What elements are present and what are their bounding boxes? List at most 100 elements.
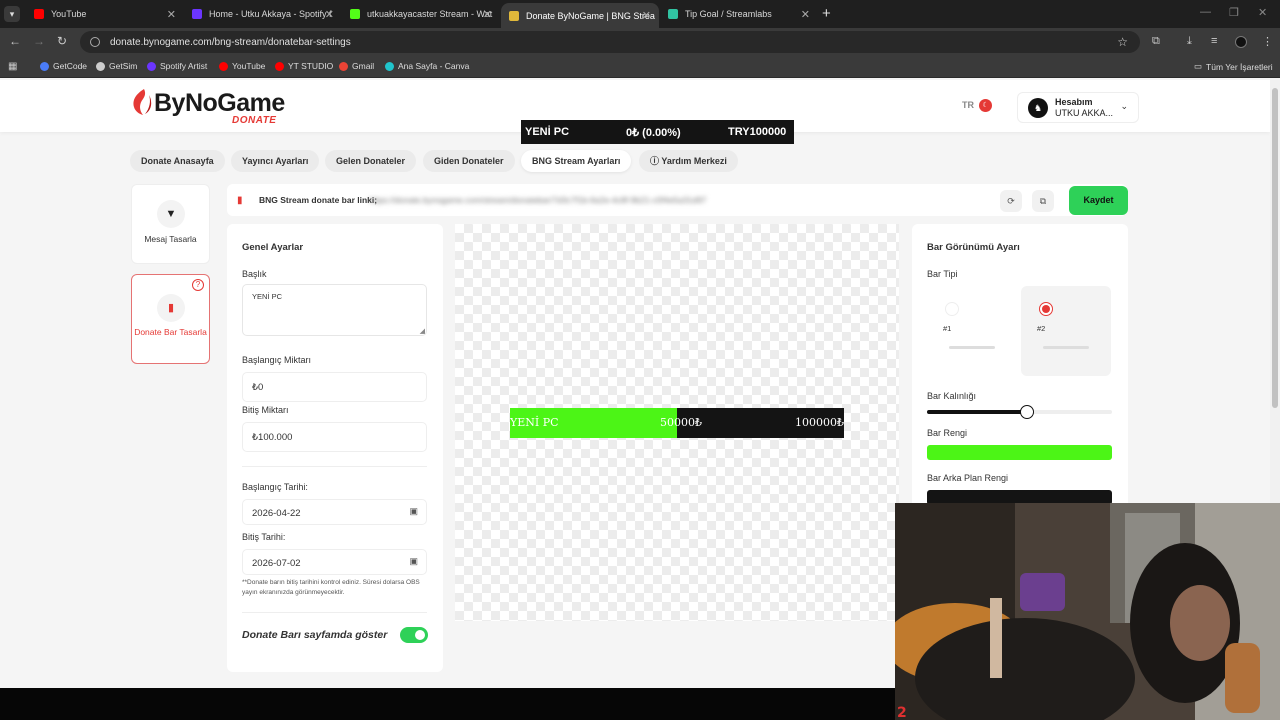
account-menu[interactable]: ♞ Hesabım UTKU AKKA... ⌄ bbox=[1017, 92, 1139, 123]
browser-tab-bynogame[interactable]: Donate ByNoGame | BNG Strea ✕ bbox=[501, 3, 659, 28]
baslik-textarea[interactable]: YENİ PC ◢ bbox=[242, 284, 427, 336]
tab-title: utkuakkayacaster Stream - Wat bbox=[367, 9, 493, 19]
tab-search-button[interactable]: ▾ bbox=[4, 6, 20, 22]
tab-title: Tip Goal / Streamlabs bbox=[685, 9, 772, 19]
close-icon[interactable]: ✕ bbox=[642, 9, 651, 22]
overlay-goal: TRY100000 bbox=[728, 126, 787, 138]
browser-tab-kick[interactable]: utkuakkayacaster Stream - Wat ✕ bbox=[342, 3, 500, 25]
baslik-value: YENİ PC bbox=[252, 292, 283, 301]
bar-type-option-1[interactable]: #1 bbox=[927, 286, 1017, 376]
media-icon[interactable]: ≡ bbox=[1211, 35, 1217, 47]
taskbar-strip bbox=[0, 688, 895, 720]
overlay-amount: 0₺ (0.00%) bbox=[626, 127, 681, 139]
close-icon[interactable]: ✕ bbox=[483, 8, 492, 21]
tab-yayinci-ayarlari[interactable]: Yayıncı Ayarları bbox=[231, 150, 320, 172]
site-info-icon[interactable] bbox=[90, 37, 100, 47]
calendar-icon[interactable]: ▣ bbox=[409, 506, 418, 517]
browser-tab-youtube[interactable]: YouTube ✕ bbox=[26, 3, 184, 25]
show-bar-toggle[interactable] bbox=[400, 627, 428, 643]
baslik-label: Başlık bbox=[242, 269, 267, 279]
scrollbar-thumb[interactable] bbox=[1272, 88, 1278, 408]
copy-icon[interactable]: ⧉ bbox=[1032, 190, 1054, 212]
sidebar-item-label: Donate Bar Tasarla bbox=[134, 327, 207, 337]
menu-icon[interactable]: ⋮ bbox=[1262, 35, 1273, 48]
browser-tab-strip: ▾ YouTube ✕ Home - Utku Akkaya - Spotify… bbox=[0, 0, 1280, 28]
tab-giden-donateler[interactable]: Giden Donateler bbox=[423, 150, 515, 172]
new-tab-button[interactable]: + bbox=[822, 5, 831, 22]
bar-type-label: Bar Tipi bbox=[927, 269, 958, 279]
close-icon[interactable]: ✕ bbox=[801, 8, 810, 21]
apps-grid-icon[interactable]: ▦ bbox=[8, 61, 17, 72]
close-icon[interactable]: ✕ bbox=[167, 8, 176, 21]
brand-sub: DONATE bbox=[232, 115, 277, 126]
start-date-input[interactable]: 2026-04-22 ▣ bbox=[242, 499, 427, 525]
webcam-image: 2 bbox=[895, 503, 1280, 720]
link-label: BNG Stream donate bar linki; bbox=[259, 195, 378, 205]
canva-icon bbox=[385, 61, 394, 71]
panel-title: Bar Görünümü Ayarı bbox=[927, 242, 1020, 253]
preview-title: YENİ PC bbox=[510, 416, 559, 429]
spotify-icon bbox=[192, 9, 202, 19]
bookmark-label: YouTube bbox=[232, 61, 266, 71]
bookmark-getsim[interactable]: GetSim bbox=[96, 61, 137, 71]
reload-icon[interactable]: ↻ bbox=[57, 34, 67, 48]
browser-tab-streamlabs[interactable]: Tip Goal / Streamlabs ✕ bbox=[660, 3, 818, 25]
end-amount-label: Bitiş Miktarı bbox=[242, 405, 289, 415]
forward-icon[interactable]: → bbox=[33, 34, 45, 48]
thickness-slider[interactable] bbox=[927, 405, 1112, 419]
bar-type-option-2[interactable]: #2 bbox=[1021, 286, 1111, 376]
slider-track bbox=[927, 410, 1027, 414]
tab-yardim-merkezi[interactable]: ⓘ Yardım Merkezi bbox=[639, 150, 738, 172]
bar-color-picker[interactable] bbox=[927, 445, 1112, 460]
radio-button[interactable] bbox=[945, 302, 959, 316]
bookmark-gmail[interactable]: Gmail bbox=[339, 61, 374, 71]
save-button[interactable]: Kaydet bbox=[1069, 186, 1128, 215]
browser-toolbar: ← → ↻ donate.bynogame.com/bng-stream/don… bbox=[0, 28, 1280, 56]
bookmark-yt-studio[interactable]: YT STUDIO bbox=[275, 61, 333, 71]
bookmark-youtube[interactable]: YouTube bbox=[219, 61, 265, 71]
maximize-icon[interactable]: ❐ bbox=[1229, 6, 1239, 19]
tab-bng-stream-ayarlari[interactable]: BNG Stream Ayarları bbox=[521, 150, 632, 172]
minimize-icon[interactable]: — bbox=[1200, 6, 1211, 18]
question-icon[interactable]: ? bbox=[192, 279, 204, 291]
bookmark-star-icon[interactable]: ☆ bbox=[1117, 35, 1128, 49]
donate-bar-url[interactable]: https://donate.bynogame.com/stream/donat… bbox=[369, 195, 706, 205]
bar-color-label: Bar Rengi bbox=[927, 428, 968, 438]
tab-gelen-donateler[interactable]: Gelen Donateler bbox=[325, 150, 417, 172]
end-date-input[interactable]: 2026-07-02 ▣ bbox=[242, 549, 427, 575]
bookmark-spotify-artist[interactable]: Spotify Artist bbox=[147, 61, 207, 71]
refresh-link-icon[interactable]: ⟳ bbox=[1000, 190, 1022, 212]
window-close-icon[interactable]: ✕ bbox=[1258, 6, 1267, 19]
browser-tab-spotify[interactable]: Home - Utku Akkaya - Spotify f ✕ bbox=[184, 3, 342, 25]
start-amount-input[interactable]: ₺0 bbox=[242, 372, 427, 402]
tab-donate-anasayfa[interactable]: Donate Anasayfa bbox=[130, 150, 225, 172]
donate-bar-link-row: ▮ BNG Stream donate bar linki; https://d… bbox=[227, 184, 1127, 216]
sidebar-item-donate-bar-tasarla[interactable]: ? ▮ Donate Bar Tasarla bbox=[131, 274, 210, 364]
extensions-icon[interactable]: ⧉ bbox=[1152, 35, 1160, 48]
radio-button[interactable] bbox=[1039, 302, 1053, 316]
sidebar-item-mesaj-tasarla[interactable]: ▼ Mesaj Tasarla bbox=[131, 184, 210, 264]
bar-type-thumbnail bbox=[949, 346, 995, 349]
divider bbox=[242, 466, 427, 467]
show-bar-label: Donate Barı sayfamda göster bbox=[242, 629, 388, 641]
profile-avatar[interactable] bbox=[1235, 36, 1247, 48]
address-bar[interactable]: donate.bynogame.com/bng-stream/donatebar… bbox=[80, 31, 1140, 53]
bookmark-getcode[interactable]: GetCode bbox=[40, 61, 87, 71]
avatar: ♞ bbox=[1028, 98, 1048, 118]
slider-thumb[interactable] bbox=[1019, 405, 1034, 419]
close-icon[interactable]: ✕ bbox=[325, 8, 334, 21]
bookmark-label: GetSim bbox=[109, 61, 138, 71]
language-selector[interactable]: TR bbox=[962, 100, 974, 110]
back-icon[interactable]: ← bbox=[9, 34, 21, 48]
folder-icon: ▭ bbox=[1194, 61, 1203, 71]
download-icon[interactable]: ⤓ bbox=[1187, 35, 1192, 48]
all-bookmarks[interactable]: ▭ Tüm Yer İşaretleri bbox=[1194, 61, 1273, 72]
webcam-overlay: 2 bbox=[895, 503, 1280, 720]
tab-title: Donate ByNoGame | BNG Strea bbox=[526, 10, 655, 21]
bookmark-canva[interactable]: Ana Sayfa - Canva bbox=[385, 61, 469, 71]
end-date-value: 2026-07-02 bbox=[252, 558, 301, 569]
end-amount-input[interactable]: ₺100.000 bbox=[242, 422, 427, 452]
calendar-icon[interactable]: ▣ bbox=[409, 556, 418, 567]
resize-grip-icon[interactable]: ◢ bbox=[420, 327, 425, 335]
bookmark-label: Ana Sayfa - Canva bbox=[398, 61, 470, 71]
